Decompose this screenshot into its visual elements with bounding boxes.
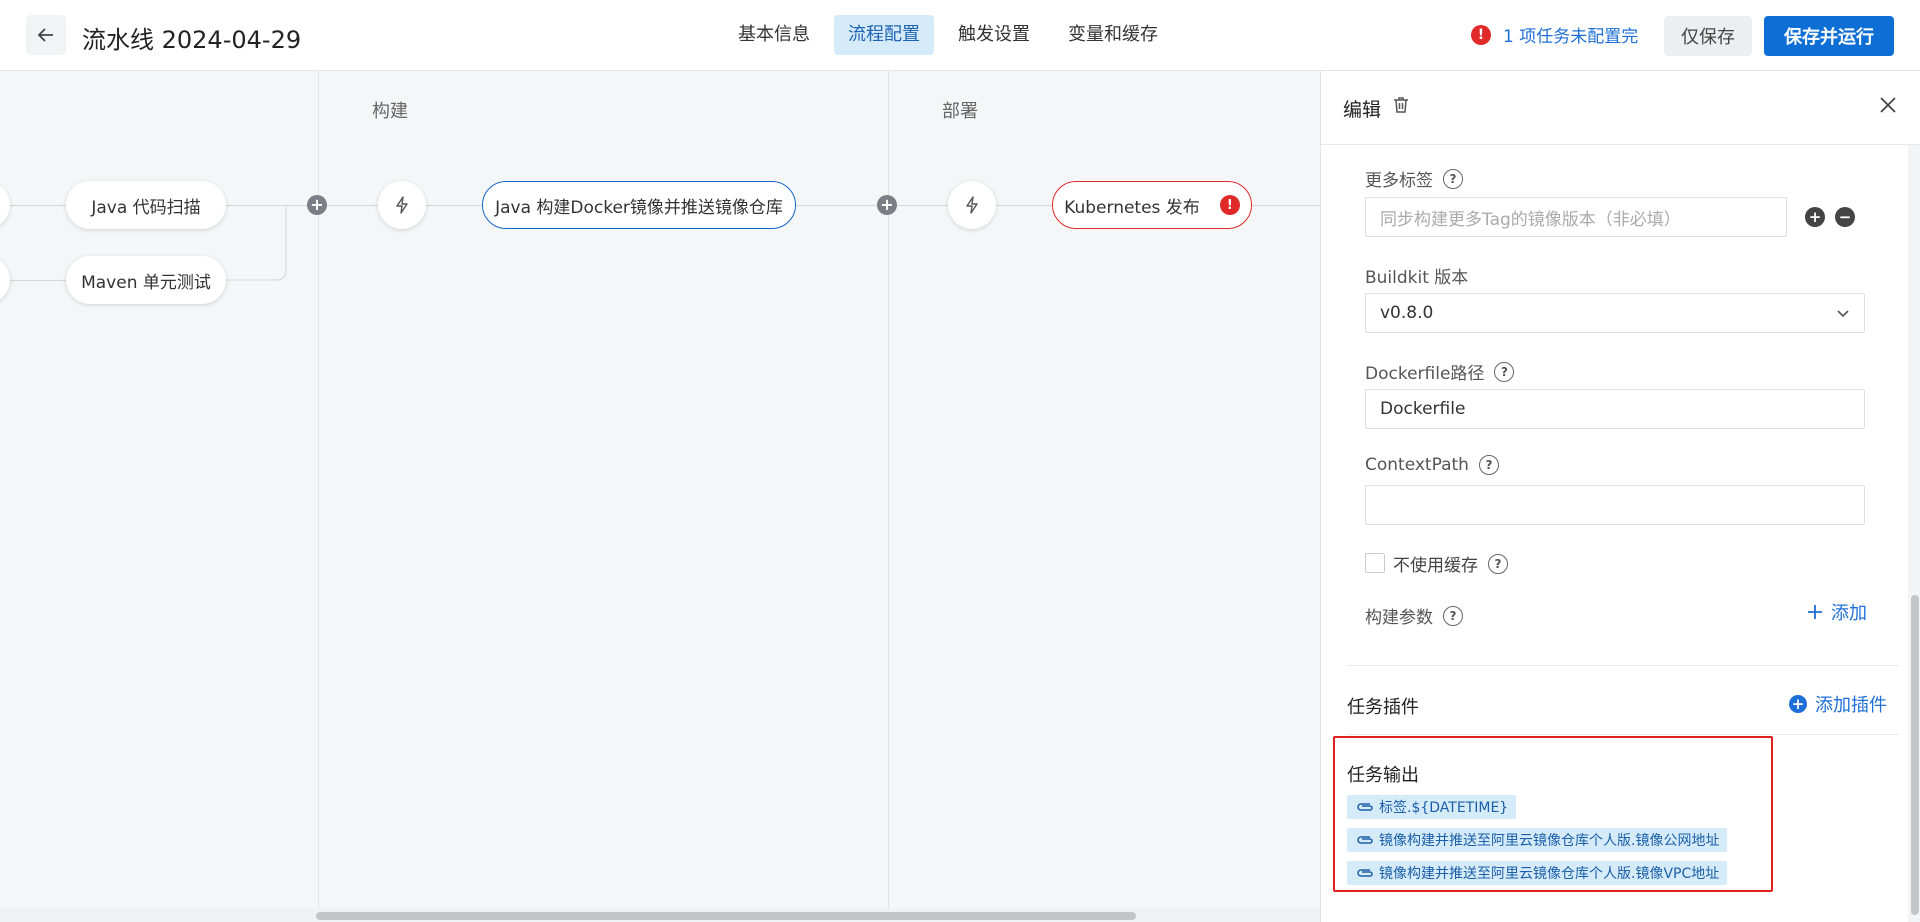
divider xyxy=(1347,734,1899,735)
help-icon[interactable]: ? xyxy=(1443,168,1463,189)
divider xyxy=(1347,665,1899,666)
scrollbar-thumb[interactable] xyxy=(316,912,1136,920)
lightning-icon xyxy=(966,196,978,214)
tab-basic-info[interactable]: 基本信息 xyxy=(724,15,824,55)
job-node-label: Kubernetes 发布 xyxy=(1064,197,1200,218)
output-label: 标签.${DATETIME} xyxy=(1379,800,1509,816)
add-build-arg-button[interactable]: 添加 xyxy=(1807,599,1867,625)
add-label: 添加 xyxy=(1831,603,1867,624)
page-title: 流水线 2024-04-29 xyxy=(82,26,302,54)
buildkit-select[interactable]: v0.8.0 xyxy=(1365,293,1865,333)
connector-line xyxy=(996,205,1052,206)
field-label: 构建参数 xyxy=(1365,608,1433,628)
more-tags-label: 更多标签 ? xyxy=(1365,166,1463,191)
save-button[interactable]: 仅保存 xyxy=(1664,16,1752,56)
plus-icon xyxy=(1808,605,1822,619)
error-icon: ! xyxy=(1219,195,1240,215)
more-tags-input[interactable]: 同步构建更多Tag的镜像版本（非必填） xyxy=(1365,197,1787,237)
stage-trigger-circle[interactable] xyxy=(948,181,996,229)
arrow-left-icon xyxy=(37,28,53,42)
add-stage-button[interactable]: + xyxy=(877,195,897,215)
vertical-scrollbar[interactable] xyxy=(1908,145,1920,922)
top-bar: 流水线 2024-04-29 基本信息 流程配置 触发设置 变量和缓存 ! 1 … xyxy=(0,0,1920,71)
unconfigured-warning[interactable]: ! 1 项任务未配置完 xyxy=(1471,22,1638,47)
output-chip[interactable]: 镜像构建并推送至阿里云镜像仓库个人版.镜像VPC地址 xyxy=(1347,861,1728,885)
paperclip-icon xyxy=(1357,869,1373,877)
connector-line xyxy=(796,205,948,206)
paperclip-icon xyxy=(1357,803,1373,811)
warning-text: 1 项任务未配置完 xyxy=(1503,27,1639,47)
stage-trigger-circle[interactable] xyxy=(378,181,426,229)
buildkit-value: v0.8.0 xyxy=(1380,303,1434,323)
close-icon xyxy=(1880,97,1896,113)
chevron-down-icon xyxy=(1837,310,1849,318)
dockerfile-label: Dockerfile路径 ? xyxy=(1365,359,1515,384)
help-icon[interactable]: ? xyxy=(1443,605,1463,626)
back-button[interactable] xyxy=(26,15,66,55)
job-node-k8s-deploy[interactable]: Kubernetes 发布 ! xyxy=(1052,181,1252,229)
plus-circle-icon: + xyxy=(1789,695,1807,713)
add-stage-button[interactable]: + xyxy=(307,195,327,215)
add-tag-button[interactable]: + xyxy=(1805,207,1825,227)
tab-flow-config[interactable]: 流程配置 xyxy=(834,15,934,55)
buildkit-label: Buildkit 版本 xyxy=(1365,263,1468,288)
output-label: 镜像构建并推送至阿里云镜像仓库个人版.镜像公网地址 xyxy=(1379,833,1720,849)
tab-bar: 基本信息 流程配置 触发设置 变量和缓存 xyxy=(724,15,1182,55)
stage-label-build: 构建 xyxy=(372,101,408,122)
stage-trigger-circle[interactable] xyxy=(0,256,10,304)
scrollbar-thumb[interactable] xyxy=(1911,595,1919,915)
connector-merge xyxy=(226,205,287,281)
context-path-input[interactable] xyxy=(1365,485,1865,525)
tab-trigger-settings[interactable]: 触发设置 xyxy=(944,15,1044,55)
context-path-label: ContextPath ? xyxy=(1365,455,1499,475)
job-node-maven-test[interactable]: Maven 单元测试 xyxy=(66,256,226,304)
panel-header: 编辑 xyxy=(1321,71,1920,145)
connector-line xyxy=(1252,205,1320,206)
output-chip[interactable]: 标签.${DATETIME} xyxy=(1347,795,1517,819)
trash-icon xyxy=(1394,97,1408,113)
field-label: Dockerfile路径 xyxy=(1365,364,1485,384)
output-chip[interactable]: 镜像构建并推送至阿里云镜像仓库个人版.镜像公网地址 xyxy=(1347,828,1728,852)
edit-panel: 编辑 更多标签 ? 同步构建更多Tag的镜像版本（非必填） + − Buildk… xyxy=(1320,71,1920,922)
outputs-title: 任务输出 xyxy=(1347,765,1419,786)
exclamation-icon: ! xyxy=(1471,24,1491,45)
plugins-title: 任务插件 xyxy=(1347,697,1419,718)
add-plugin-button[interactable]: + 添加插件 xyxy=(1789,691,1887,717)
save-and-run-button[interactable]: 保存并运行 xyxy=(1764,16,1894,56)
output-label: 镜像构建并推送至阿里云镜像仓库个人版.镜像VPC地址 xyxy=(1379,866,1720,882)
horizontal-scrollbar[interactable] xyxy=(0,909,1320,922)
build-args-label: 构建参数 ? xyxy=(1365,603,1463,628)
dockerfile-input[interactable]: Dockerfile xyxy=(1365,389,1865,429)
paperclip-icon xyxy=(1357,836,1373,844)
field-label: 更多标签 xyxy=(1365,171,1433,191)
lightning-icon xyxy=(396,196,408,214)
checkbox-label: 不使用缓存 xyxy=(1393,556,1478,576)
stage-label-deploy: 部署 xyxy=(942,101,978,122)
help-icon[interactable]: ? xyxy=(1494,361,1515,382)
help-icon[interactable]: ? xyxy=(1488,553,1508,574)
close-button[interactable] xyxy=(1878,95,1898,119)
panel-title: 编辑 xyxy=(1343,99,1382,121)
connector-line xyxy=(426,205,482,206)
field-label: Buildkit 版本 xyxy=(1365,268,1469,288)
no-cache-checkbox[interactable] xyxy=(1365,553,1385,573)
help-icon[interactable]: ? xyxy=(1478,455,1499,475)
add-plugin-label: 添加插件 xyxy=(1815,695,1887,716)
remove-tag-button[interactable]: − xyxy=(1835,207,1855,227)
job-node-docker-build[interactable]: Java 构建Docker镜像并推送镜像仓库 xyxy=(482,181,796,229)
stage-trigger-circle[interactable] xyxy=(0,181,10,229)
no-cache-label: 不使用缓存 ? xyxy=(1393,551,1508,576)
delete-button[interactable] xyxy=(1391,95,1411,119)
job-node-java-scan[interactable]: Java 代码扫描 xyxy=(66,181,226,229)
tab-variables-cache[interactable]: 变量和缓存 xyxy=(1054,15,1172,55)
field-label: ContextPath xyxy=(1365,455,1469,475)
pipeline-canvas[interactable]: 构建 部署 Java 代码扫描 Maven 单元测试 + Java 构建Dock… xyxy=(0,71,1320,922)
